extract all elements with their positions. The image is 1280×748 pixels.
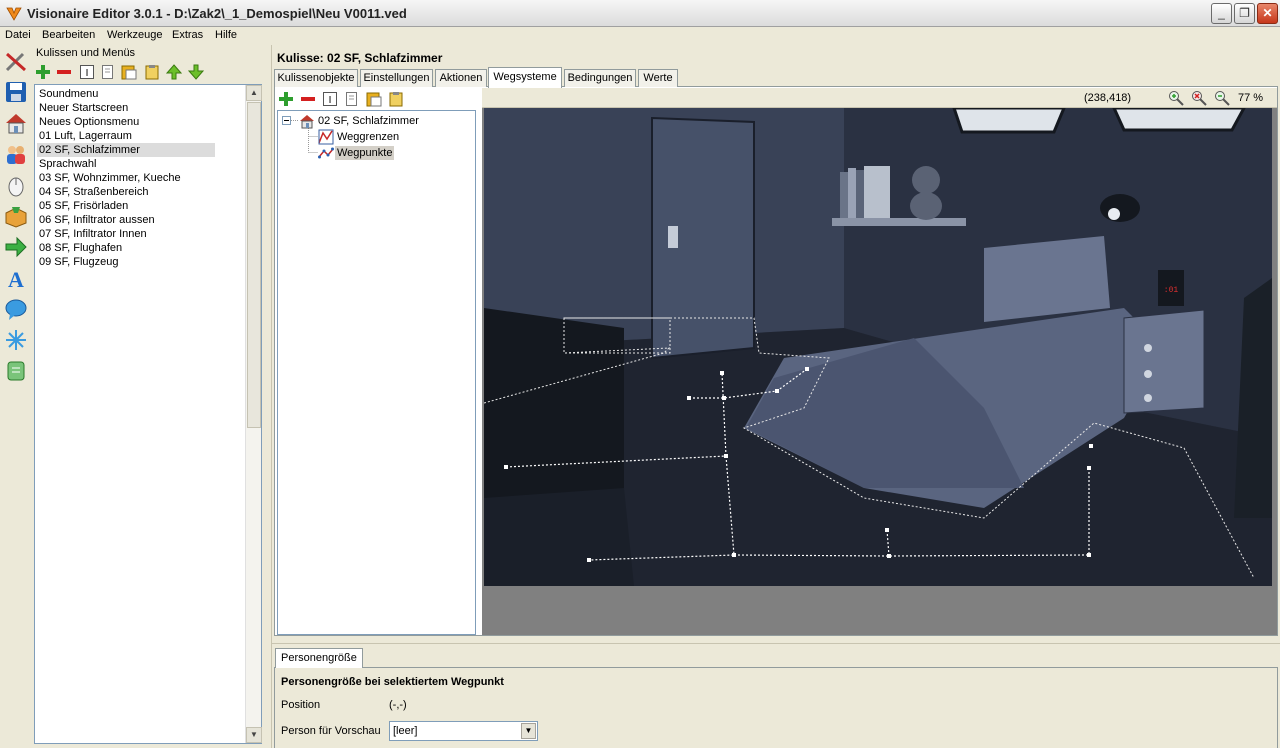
tree-toolbar: I — [277, 89, 477, 109]
menu-hilfe[interactable]: Hilfe — [215, 29, 237, 41]
zoom-out-icon[interactable] — [1214, 90, 1230, 106]
save-icon[interactable] — [4, 80, 28, 104]
tab-wegsysteme[interactable]: Wegsysteme — [488, 67, 562, 88]
menu-bearbeiten[interactable]: Bearbeiten — [42, 29, 95, 41]
add-icon[interactable] — [278, 91, 294, 107]
maximize-button[interactable]: ❐ — [1234, 3, 1255, 24]
scene-list-scrollbar[interactable]: ▲ ▼ — [245, 85, 262, 743]
way-borders-icon — [318, 129, 334, 145]
list-item[interactable]: Soundmenu — [37, 87, 215, 101]
arrow-right-icon[interactable] — [4, 235, 28, 259]
tree-root-node[interactable]: 02 SF, Schlafzimmer — [316, 114, 421, 128]
tree-node-weggrenzen[interactable]: Weggrenzen — [335, 130, 401, 144]
scene-canvas[interactable]: (238,418) 77 %:01 — [482, 88, 1277, 635]
list-item[interactable]: 09 SF, Flugzeug — [37, 255, 215, 269]
tree-node-wegpunkte[interactable]: Wegpunkte — [335, 146, 395, 160]
list-item[interactable]: 06 SF, Infiltrator aussen — [37, 213, 215, 227]
preview-person-select[interactable]: [leer] ▼ — [389, 721, 538, 741]
paste-icon[interactable] — [366, 91, 382, 107]
move-up-icon[interactable] — [166, 64, 182, 80]
chevron-down-icon[interactable]: ▼ — [521, 723, 536, 739]
scene-panel: Kulissen und Menüs I Soundmenu Neuer Sta… — [32, 45, 266, 748]
menu-bar: Datei Bearbeiten Werkzeuge Extras Hilfe — [0, 27, 1280, 45]
title-bar: Visionaire Editor 3.0.1 - D:\Zak2\_1_Dem… — [0, 0, 1280, 27]
zoom-reset-icon[interactable] — [1191, 90, 1207, 106]
position-label: Position — [281, 699, 321, 711]
list-item[interactable]: 05 SF, Frisörladen — [37, 199, 215, 213]
menu-datei[interactable]: Datei — [5, 29, 31, 41]
list-item[interactable]: Sprachwahl — [37, 157, 215, 171]
rename-icon[interactable]: I — [79, 64, 95, 80]
rename-icon[interactable]: I — [322, 91, 338, 107]
characters-icon[interactable] — [4, 142, 28, 166]
position-value: (-,-) — [389, 699, 407, 711]
scene-background-image[interactable]: :01 — [484, 108, 1272, 586]
list-item[interactable]: Neuer Startscreen — [37, 101, 215, 115]
minimize-button[interactable]: _ — [1211, 3, 1232, 24]
svg-text::01: :01 — [1164, 286, 1179, 295]
menu-werkzeuge[interactable]: Werkzeuge — [107, 29, 162, 41]
tab-personengroesse[interactable]: Personengröße — [275, 648, 363, 668]
way-system-tree: 02 SF, Schlafzimmer Weggrenzen Wegpunkte — [277, 110, 476, 635]
scenes-icon[interactable] — [4, 111, 28, 135]
add-icon[interactable] — [35, 64, 51, 80]
scroll-down-button[interactable]: ▼ — [246, 727, 262, 743]
remove-icon[interactable] — [56, 64, 72, 80]
scroll-up-button[interactable]: ▲ — [246, 85, 262, 101]
main-toolbar: A — [0, 45, 32, 748]
tools-icon[interactable] — [4, 49, 28, 73]
cursor-coordinates: (238,418) — [1084, 92, 1132, 104]
list-item[interactable]: 03 SF, Wohnzimmer, Kueche — [37, 171, 215, 185]
list-item[interactable]: 01 Luft, Lagerraum — [37, 129, 215, 143]
move-down-icon[interactable] — [188, 64, 204, 80]
list-item[interactable]: 07 SF, Infiltrator Innen — [37, 227, 215, 241]
copy-icon[interactable] — [100, 64, 116, 80]
preview-person-label: Person für Vorschau — [281, 725, 381, 737]
font-icon[interactable]: A — [4, 266, 28, 290]
way-points-icon — [318, 147, 334, 159]
scene-panel-caption: Kulissen und Menüs — [36, 47, 136, 59]
canvas-toolbar: (238,418) 77 % — [482, 88, 1277, 108]
clipboard-icon[interactable] — [144, 64, 160, 80]
svg-text:I: I — [86, 68, 89, 79]
zoom-level: 77 % — [1238, 92, 1264, 104]
tab-werte[interactable]: Werte — [638, 69, 678, 87]
particles-icon[interactable] — [4, 328, 28, 352]
copy-icon[interactable] — [344, 91, 360, 107]
person-size-page: Personengröße bei selektiertem Wegpunkt … — [274, 667, 1278, 748]
tab-bedingungen[interactable]: Bedingungen — [564, 69, 636, 87]
zoom-in-icon[interactable] — [1168, 90, 1184, 106]
svg-text:I: I — [329, 95, 332, 106]
tab-kulissenobjekte[interactable]: Kulissenobjekte — [274, 69, 358, 87]
paste-icon[interactable] — [121, 64, 137, 80]
remove-icon[interactable] — [300, 91, 316, 107]
tab-einstellungen[interactable]: Einstellungen — [360, 69, 433, 87]
scene-header: Kulisse: 02 SF, Schlafzimmer — [277, 51, 443, 65]
scene-house-icon — [300, 115, 314, 129]
app-logo-icon — [6, 7, 22, 21]
menu-extras[interactable]: Extras — [172, 29, 203, 41]
clipboard-icon[interactable] — [388, 91, 404, 107]
scene-list: Soundmenu Neuer Startscreen Neues Option… — [34, 84, 262, 744]
mouse-icon[interactable] — [4, 173, 28, 197]
objects-icon[interactable] — [4, 204, 28, 228]
script-icon[interactable] — [4, 359, 28, 383]
window-title: Visionaire Editor 3.0.1 - D:\Zak2\_1_Dem… — [27, 6, 407, 21]
list-item[interactable]: 04 SF, Straßenbereich — [37, 185, 215, 199]
person-size-panel: Personengröße bei selektiertem Wegpunkt … — [272, 643, 1280, 748]
scrollbar-thumb[interactable] — [247, 102, 261, 428]
tab-aktionen[interactable]: Aktionen — [435, 69, 487, 87]
svg-text:A: A — [8, 267, 24, 290]
dialog-icon[interactable] — [4, 297, 28, 321]
person-size-heading: Personengröße bei selektiertem Wegpunkt — [281, 676, 504, 688]
preview-person-value: [leer] — [393, 725, 418, 737]
close-button[interactable]: ✕ — [1257, 3, 1278, 24]
list-item-selected[interactable]: 02 SF, Schlafzimmer — [37, 143, 215, 157]
list-item[interactable]: Neues Optionsmenu — [37, 115, 215, 129]
list-item[interactable]: 08 SF, Flughafen — [37, 241, 215, 255]
